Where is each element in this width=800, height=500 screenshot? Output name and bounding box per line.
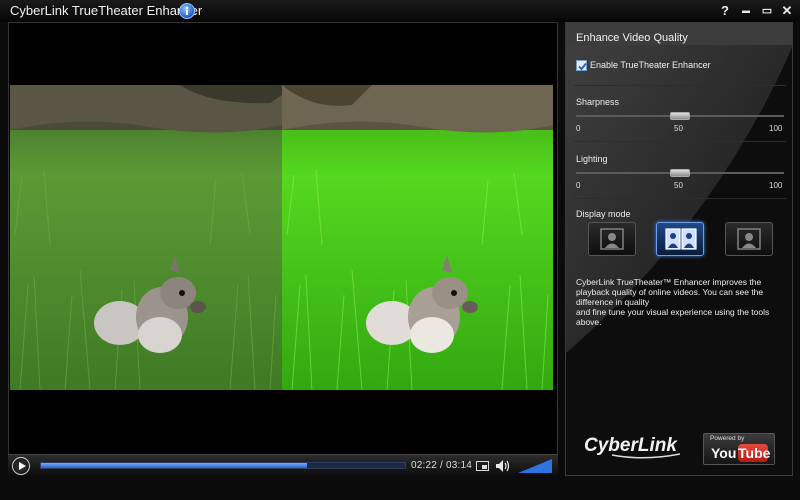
lighting-label: Lighting: [576, 154, 608, 164]
time-separator: /: [440, 460, 443, 471]
cyberlink-logo: CyberLink: [584, 435, 681, 459]
divider: [574, 198, 786, 199]
volume-icon[interactable]: [495, 459, 511, 473]
restore-button[interactable]: ▭: [759, 3, 775, 19]
close-button[interactable]: ✕: [779, 3, 795, 19]
checkbox-icon[interactable]: [576, 60, 587, 71]
youtube-badge[interactable]: Powered by You Tube: [703, 433, 775, 465]
lighting-mid: 50: [674, 181, 683, 190]
enhance-panel: Enhance Video Quality Enable TrueTheater…: [565, 22, 793, 476]
lighting-thumb[interactable]: [670, 169, 690, 177]
enable-enhancer-label: Enable TrueTheater Enhancer: [590, 60, 711, 70]
player-control-bar: 02:22 / 03:14: [8, 454, 558, 477]
video-frame[interactable]: [10, 85, 553, 390]
display-mode-label: Display mode: [576, 209, 631, 219]
video-enhanced-half: [282, 85, 553, 390]
app-title: CyberLink TrueTheater Enhancer: [10, 3, 203, 18]
divider: [574, 141, 786, 142]
description-line: and fine tune your visual experience usi…: [576, 307, 770, 327]
time-current: 02:22: [411, 460, 438, 471]
help-button[interactable]: ?: [717, 3, 733, 19]
split-view-icon: [665, 228, 697, 250]
sharpness-label: Sharpness: [576, 97, 620, 107]
video-original-half: [10, 85, 282, 390]
seek-bar-fill: [41, 463, 307, 468]
fullscreen-icon[interactable]: [476, 461, 489, 471]
youtube-logo-you: You: [711, 445, 737, 461]
cyberlink-logo-text: CyberLink: [584, 435, 678, 456]
description-line: CyberLink TrueTheater™ Enhancer improves…: [576, 277, 764, 307]
info-icon[interactable]: [179, 3, 195, 19]
lighting-min: 0: [576, 181, 581, 190]
sharpness-thumb[interactable]: [670, 112, 690, 120]
time-total: 03:14: [445, 460, 473, 471]
time-display: 02:22 / 03:14: [411, 460, 472, 471]
divider: [574, 85, 786, 86]
panel-title: Enhance Video Quality: [576, 32, 688, 44]
description-text: CyberLink TrueTheater™ Enhancer improves…: [576, 277, 786, 327]
volume-slider[interactable]: [518, 459, 552, 473]
youtube-powered-label: Powered by: [710, 435, 745, 442]
minimize-button[interactable]: ▬: [738, 3, 754, 19]
youtube-logo-tube: Tube: [738, 444, 771, 462]
display-mode-enhanced-button[interactable]: [725, 222, 773, 256]
lighting-max: 100: [769, 181, 783, 190]
display-mode-original-button[interactable]: [588, 222, 636, 256]
single-view-icon: [600, 228, 624, 250]
sharpness-slider[interactable]: [576, 112, 784, 120]
lighting-slider[interactable]: [576, 169, 784, 177]
play-button[interactable]: [12, 457, 30, 475]
sharpness-mid: 50: [674, 124, 683, 133]
title-bar: CyberLink TrueTheater Enhancer ? ▬ ▭ ✕: [0, 0, 800, 22]
sharpness-max: 100: [769, 124, 783, 133]
single-view-icon: [737, 228, 761, 250]
seek-bar[interactable]: [40, 462, 406, 469]
display-mode-split-button[interactable]: [656, 222, 704, 256]
sharpness-min: 0: [576, 124, 581, 133]
